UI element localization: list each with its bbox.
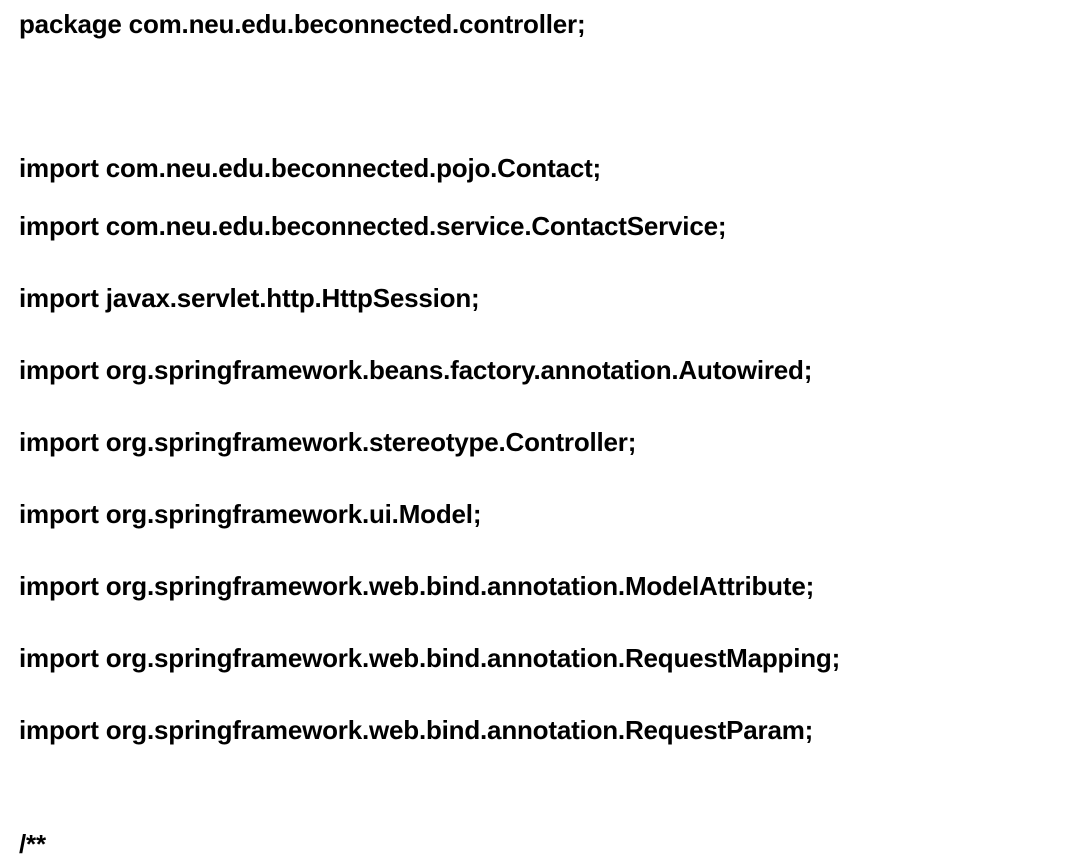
import-line: import javax.servlet.http.HttpSession; [19,283,480,313]
javadoc-comment-start: /** [19,829,46,859]
import-line: import org.springframework.stereotype.Co… [19,427,637,457]
import-line: import org.springframework.beans.factory… [19,355,813,385]
import-line: import org.springframework.web.bind.anno… [19,643,841,673]
import-line: import org.springframework.ui.Model; [19,499,482,529]
import-line: import com.neu.edu.beconnected.pojo.Cont… [19,153,602,183]
import-line: import org.springframework.web.bind.anno… [19,571,815,601]
import-line: import org.springframework.web.bind.anno… [19,715,814,745]
import-line: import com.neu.edu.beconnected.service.C… [19,211,727,241]
package-declaration: package com.neu.edu.beconnected.controll… [19,9,586,39]
code-document: package com.neu.edu.beconnected.controll… [0,0,1089,866]
